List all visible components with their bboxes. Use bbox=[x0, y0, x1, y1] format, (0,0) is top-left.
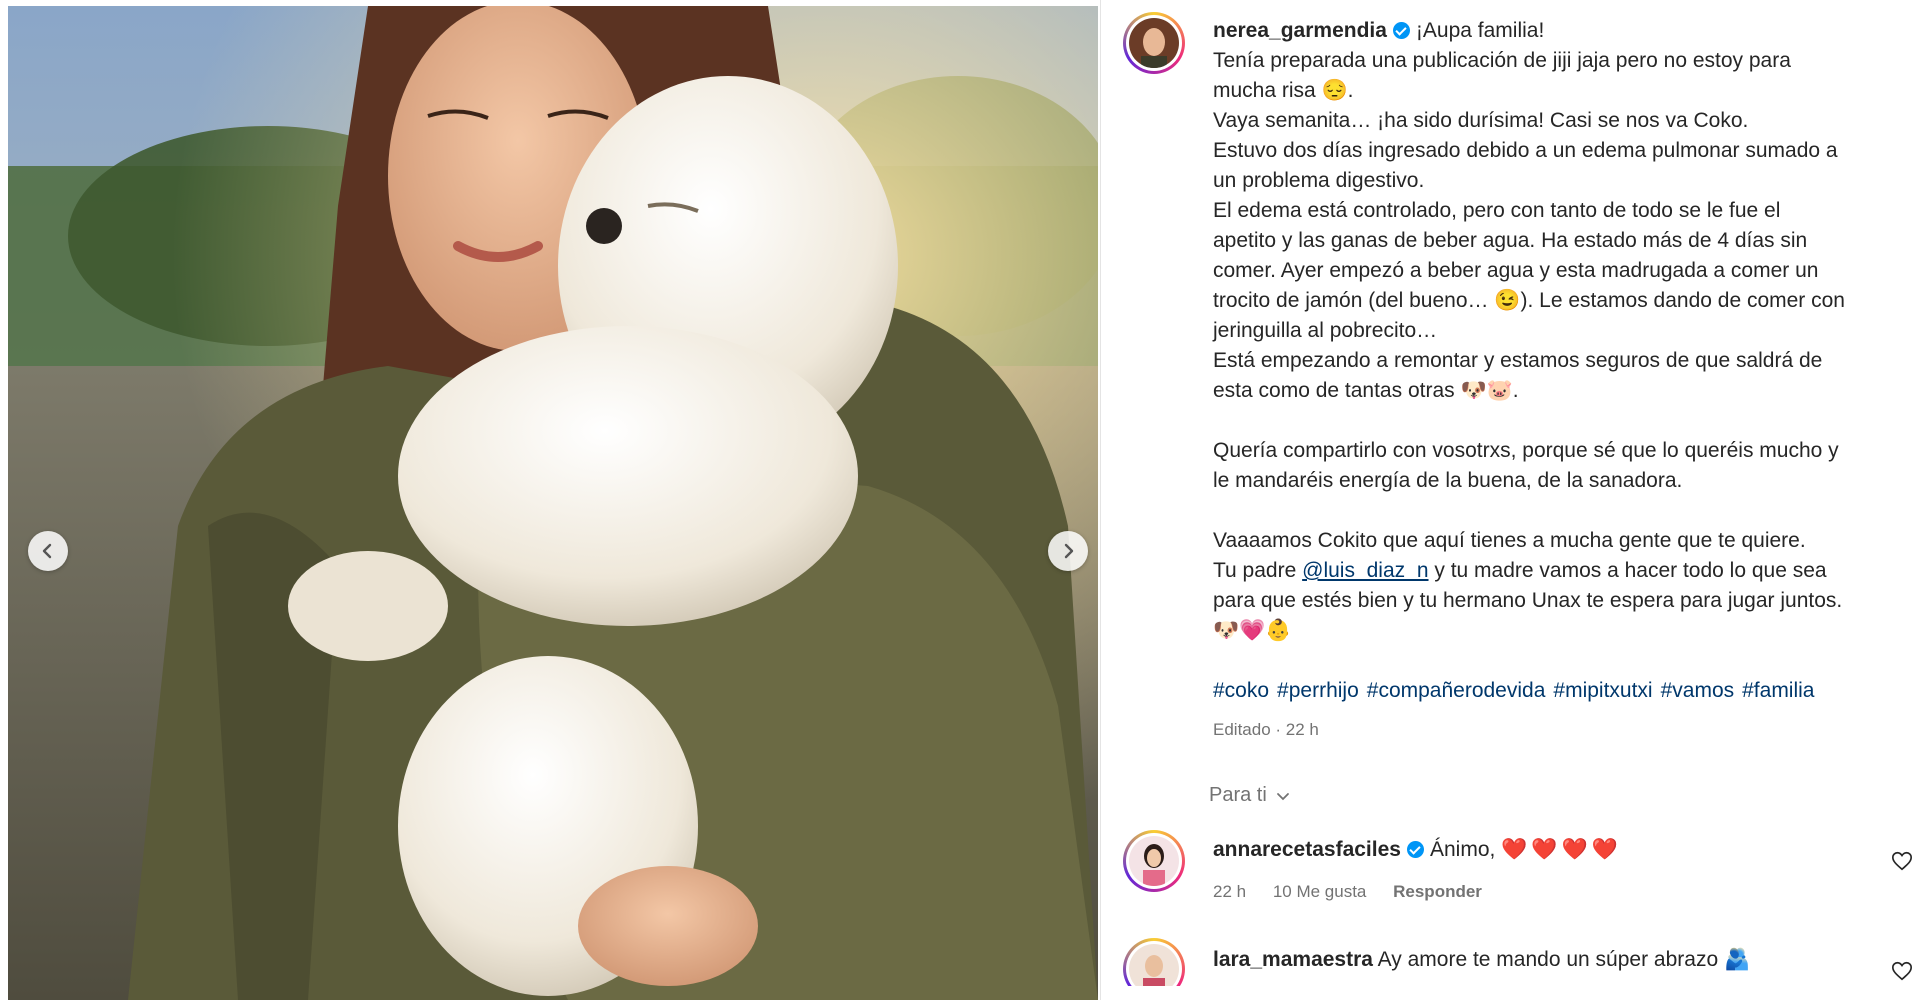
author-avatar-image bbox=[1129, 18, 1179, 68]
hashtag-link[interactable]: #perrhijo bbox=[1277, 679, 1359, 702]
caption-line: jeringuilla al pobrecito… bbox=[1213, 319, 1438, 342]
woman-with-dog-photo bbox=[8, 6, 1098, 1000]
caption-line: Está empezando a remontar y estamos segu… bbox=[1213, 349, 1823, 372]
post-side-panel: nerea_garmendia ¡Aupa familia! Tenía prep… bbox=[1100, 0, 1920, 1000]
comment-filter-label: Para ti bbox=[1209, 784, 1267, 806]
comment-filter-dropdown[interactable]: Para ti bbox=[1209, 784, 1291, 807]
commenter-avatar-image bbox=[1129, 836, 1179, 886]
caption-line: ¡Aupa familia! bbox=[1415, 19, 1545, 42]
caption-emojis: 🐶💗👶 bbox=[1213, 619, 1292, 642]
caption-line: mucha risa 😔. bbox=[1213, 79, 1354, 102]
caption-line: esta como de tantas otras 🐶🐷. bbox=[1213, 379, 1519, 402]
mention-link[interactable]: @luis_diaz_n bbox=[1302, 559, 1428, 582]
hashtag-link[interactable]: #compañerodevida bbox=[1367, 679, 1546, 702]
previous-photo-button[interactable] bbox=[28, 531, 68, 571]
caption-line: y tu madre vamos a hacer todo lo que sea bbox=[1434, 559, 1827, 582]
comment-likes[interactable]: 10 Me gusta bbox=[1273, 882, 1367, 901]
caption-line: apetito y las ganas de beber agua. Ha es… bbox=[1213, 229, 1808, 252]
commenter-username[interactable]: annarecetasfaciles bbox=[1213, 838, 1401, 861]
caption-line: le mandaréis energía de la buena, de la … bbox=[1213, 469, 1683, 492]
comment-text: Ay amore te mando un súper abrazo 🫂 bbox=[1377, 948, 1751, 971]
caption-line: para que estés bien y tu hermano Unax te… bbox=[1213, 589, 1843, 612]
comment-item: annarecetasfaciles Ánimo, ❤️❤️❤️❤️ bbox=[1213, 838, 1893, 862]
commenter-username[interactable]: lara_mamaestra bbox=[1213, 948, 1373, 971]
post-photo[interactable] bbox=[8, 6, 1098, 1000]
hashtag-link[interactable]: #familia bbox=[1742, 679, 1814, 702]
author-username[interactable]: nerea_garmendia bbox=[1213, 19, 1387, 42]
verified-badge-icon bbox=[1392, 22, 1410, 39]
comment-meta: 22 h 10 Me gusta Responder bbox=[1213, 882, 1504, 902]
comment-time: 22 h bbox=[1213, 882, 1247, 901]
hashtag-link[interactable]: #mipitxutxi bbox=[1553, 679, 1652, 702]
commenter-avatar[interactable] bbox=[1123, 830, 1185, 892]
caption-line: comer. Ayer empezó a beber agua y esta m… bbox=[1213, 259, 1819, 282]
caption-line: un problema digestivo. bbox=[1213, 169, 1425, 192]
chevron-left-icon bbox=[42, 543, 52, 559]
like-comment-heart-icon[interactable] bbox=[1891, 960, 1913, 982]
post-edited-time: Editado · 22 h bbox=[1213, 720, 1319, 739]
instagram-post-view: nerea_garmendia ¡Aupa familia! Tenía prep… bbox=[0, 0, 1920, 1000]
like-comment-heart-icon[interactable] bbox=[1891, 850, 1913, 872]
caption-line: El edema está controlado, pero con tanto… bbox=[1213, 199, 1781, 222]
author-avatar[interactable] bbox=[1123, 12, 1185, 74]
verified-badge-icon bbox=[1406, 841, 1424, 858]
caption-line: Quería compartirlo con vosotrxs, porque … bbox=[1213, 439, 1839, 462]
action-bar-edge bbox=[1101, 986, 1920, 1000]
post-caption: nerea_garmendia ¡Aupa familia! Tenía prep… bbox=[1213, 16, 1913, 706]
hashtag-link[interactable]: #coko bbox=[1213, 679, 1269, 702]
next-photo-button[interactable] bbox=[1048, 531, 1088, 571]
chevron-right-icon bbox=[1064, 543, 1074, 559]
comment-hearts: ❤️❤️❤️❤️ bbox=[1501, 838, 1622, 861]
comment-item: lara_mamaestra Ay amore te mando un súpe… bbox=[1213, 948, 1893, 972]
caption-line: Vaaaamos Cokito que aquí tienes a mucha … bbox=[1213, 529, 1806, 552]
caption-line: Vaya semanita… ¡ha sido durísima! Casi s… bbox=[1213, 109, 1749, 132]
hashtag-link[interactable]: #vamos bbox=[1661, 679, 1735, 702]
chevron-down-icon bbox=[1276, 792, 1289, 800]
caption-line: Estuvo dos días ingresado debido a un ed… bbox=[1213, 139, 1838, 162]
caption-line: Tenía preparada una publicación de jiji … bbox=[1213, 49, 1791, 72]
reply-button[interactable]: Responder bbox=[1393, 882, 1482, 901]
hashtag-list: #coko #perrhijo #compañerodevida #mipitxutx… bbox=[1213, 676, 1913, 706]
caption-line: Tu padre bbox=[1213, 559, 1297, 582]
caption-line: trocito de jamón (del bueno… 😉). Le esta… bbox=[1213, 289, 1845, 312]
comment-text: Ánimo, bbox=[1429, 838, 1496, 861]
